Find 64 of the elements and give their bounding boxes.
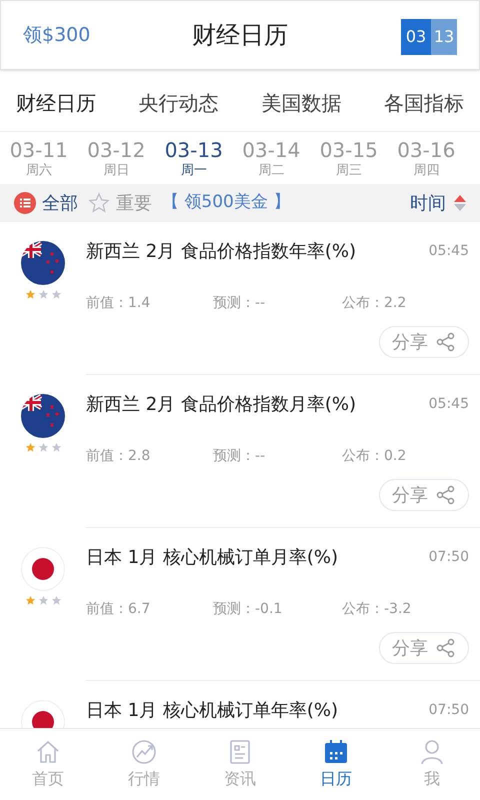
share-icon: [436, 638, 456, 658]
date-badge[interactable]: 03 13: [347, 15, 457, 55]
actual-value: 公布：2.2: [342, 294, 406, 313]
star-icon: [50, 595, 62, 606]
share-button[interactable]: 分享: [379, 632, 469, 664]
previous-value: 前值：2.8: [86, 447, 152, 466]
forecast-value: 预测：--: [213, 294, 266, 313]
event-title: 日本 1月 核心机械订单月率(%): [86, 546, 338, 570]
star-icon: [24, 289, 36, 300]
trend-chart-icon: [131, 738, 157, 764]
calendar-icon: [323, 738, 349, 764]
filter-button[interactable]: 全部: [14, 190, 78, 216]
nav-tab[interactable]: 我: [384, 729, 480, 800]
date-tab[interactable]: 03-15 周三: [310, 140, 388, 176]
event-title: 新西兰 2月 食品价格指数月率(%): [86, 393, 356, 417]
page-title: 财经日历: [192, 20, 288, 51]
month-text: 03: [401, 19, 431, 55]
event-title: 日本 1月 核心机械订单年率(%): [86, 699, 338, 723]
date-tab[interactable]: 03-12 周日: [78, 140, 155, 176]
promo-link[interactable]: 【 领500美金 】: [162, 190, 290, 216]
date-tab[interactable]: 03-13 周一: [155, 140, 232, 176]
star-icon: [38, 289, 48, 300]
nav-tab[interactable]: 行情: [96, 729, 192, 800]
share-button[interactable]: 分享: [379, 479, 469, 511]
previous-value: 前值：1.4: [86, 294, 152, 313]
sort-button[interactable]: 时间: [410, 190, 466, 216]
document-icon: [227, 738, 253, 764]
promo-link[interactable]: 领$300: [23, 20, 133, 50]
nav-tab[interactable]: 日历: [288, 729, 384, 800]
event-time: 05:45: [428, 242, 469, 261]
star-icon: [24, 595, 36, 606]
event-time: 07:50: [428, 548, 469, 567]
previous-value: 前值：6.7: [86, 600, 152, 619]
star-outline-icon: [88, 192, 110, 214]
forecast-value: 预测：-0.1: [213, 600, 284, 619]
filter-button[interactable]: 重要: [88, 190, 152, 216]
share-icon: [436, 485, 456, 505]
date-tab[interactable]: 03-11 周六: [0, 140, 78, 176]
home-icon: [35, 738, 61, 764]
tab[interactable]: 财经日历: [10, 70, 102, 131]
event-time: 07:50: [428, 701, 469, 720]
list-icon: [14, 192, 36, 214]
date-tab[interactable]: 03-16 周四: [388, 140, 465, 176]
tab[interactable]: 央行动态: [132, 70, 225, 131]
forecast-value: 预测：--: [213, 447, 266, 466]
nav-tab[interactable]: 首页: [0, 729, 96, 800]
person-icon: [419, 738, 445, 764]
tab[interactable]: 美国数据: [255, 70, 348, 131]
star-icon: [50, 442, 62, 453]
star-icon: [24, 442, 36, 453]
share-button[interactable]: 分享: [379, 326, 469, 358]
star-icon: [38, 442, 48, 453]
tab[interactable]: 各国指标: [378, 70, 470, 131]
day-text: 13: [431, 19, 457, 55]
share-icon: [436, 332, 456, 352]
star-icon: [50, 289, 62, 300]
event-time: 05:45: [428, 395, 469, 414]
nav-tab[interactable]: 资讯: [192, 729, 288, 800]
event-title: 新西兰 2月 食品价格指数年率(%): [86, 240, 356, 264]
date-tab[interactable]: 03-14 周二: [232, 140, 310, 176]
actual-value: 公布：0.2: [342, 447, 406, 466]
actual-value: 公布：-3.2: [342, 600, 412, 619]
star-icon: [38, 595, 48, 606]
sort-icon: [454, 195, 466, 211]
